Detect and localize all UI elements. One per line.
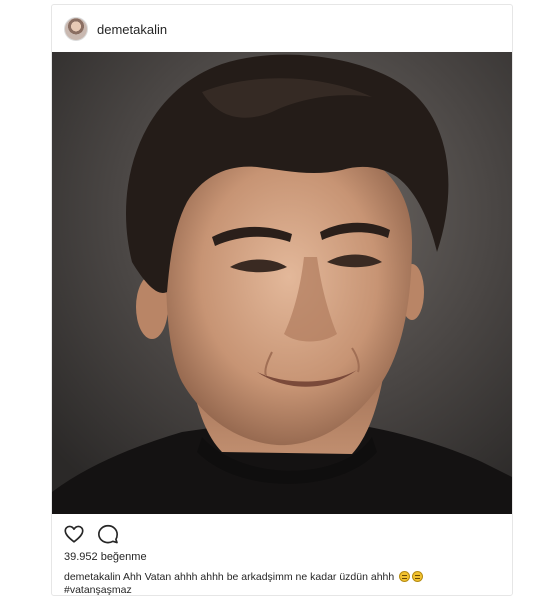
post-photo[interactable] [52, 52, 512, 514]
heart-outline-icon[interactable] [63, 523, 85, 545]
post-actions [63, 523, 131, 545]
avatar[interactable] [64, 17, 88, 41]
portrait-image [52, 52, 512, 514]
speech-bubble-icon[interactable] [97, 523, 119, 545]
username[interactable]: demetakalin [97, 22, 167, 37]
sad-face-icon [399, 571, 411, 582]
like-count[interactable]: 39.952 beğenme [64, 551, 147, 563]
post-header: demetakalin [64, 13, 167, 45]
sad-face-icon [412, 571, 424, 582]
caption-author[interactable]: demetakalin [64, 571, 121, 583]
post-caption: demetakalin Ahh Vatan ahhh ahhh be arkad… [64, 571, 504, 597]
instagram-post-card: demetakalin 39.952 beğenme demetakalin A… [51, 4, 513, 596]
hashtag-link[interactable]: #vatanşaşmaz [64, 584, 504, 597]
caption-text: Ahh Vatan ahhh ahhh be arkadşimm ne kada… [120, 571, 395, 583]
